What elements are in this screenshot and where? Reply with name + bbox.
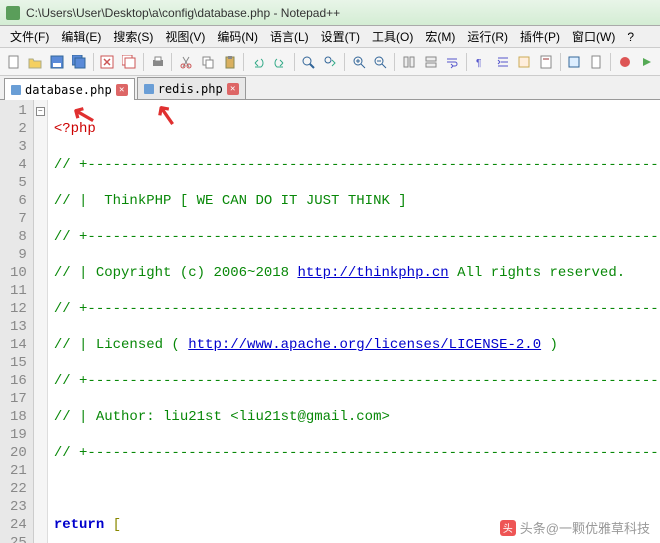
menu-settings[interactable]: 设置(T) — [315, 26, 366, 47]
func-list-icon[interactable] — [565, 52, 585, 72]
paste-icon[interactable] — [220, 52, 240, 72]
watermark: 头 头条@一颗优雅草科技 — [500, 518, 650, 537]
editor[interactable]: 1234567891011121314151617181920212223242… — [0, 100, 660, 543]
replace-icon[interactable] — [320, 52, 340, 72]
sync-h-icon[interactable] — [421, 52, 441, 72]
play-icon[interactable] — [637, 52, 657, 72]
close-tab-icon[interactable]: ✕ — [227, 83, 239, 95]
fold-icon[interactable] — [514, 52, 534, 72]
menu-edit[interactable]: 编辑(E) — [55, 26, 107, 47]
undo-icon[interactable] — [248, 52, 268, 72]
close-tab-icon[interactable]: ✕ — [116, 84, 128, 96]
open-file-icon[interactable] — [26, 52, 46, 72]
close-icon[interactable] — [98, 52, 118, 72]
file-icon — [11, 85, 21, 95]
tab-label: redis.php — [158, 82, 223, 96]
tab-label: database.php — [25, 83, 112, 97]
menu-file[interactable]: 文件(F) — [4, 26, 55, 47]
record-icon[interactable] — [615, 52, 635, 72]
svg-text:¶: ¶ — [476, 58, 481, 69]
save-all-icon[interactable] — [69, 52, 89, 72]
fold-column[interactable]: − — [34, 100, 48, 543]
wrap-icon[interactable] — [442, 52, 462, 72]
menu-search[interactable]: 搜索(S) — [107, 26, 159, 47]
separator — [93, 53, 94, 71]
menu-help[interactable]: ? — [621, 28, 640, 46]
find-icon[interactable] — [299, 52, 319, 72]
tabbar: database.php ✕ redis.php ✕ — [0, 76, 660, 100]
watermark-text: 头条@一颗优雅草科技 — [520, 518, 650, 537]
code-area[interactable]: <?php // +------------------------------… — [48, 100, 660, 543]
copy-icon[interactable] — [198, 52, 218, 72]
watermark-icon: 头 — [500, 520, 516, 536]
separator — [294, 53, 295, 71]
separator — [344, 53, 345, 71]
redo-icon[interactable] — [270, 52, 290, 72]
separator — [560, 53, 561, 71]
show-all-icon[interactable]: ¶ — [471, 52, 491, 72]
tab-database[interactable]: database.php ✕ — [4, 78, 135, 100]
doc-map-icon[interactable] — [536, 52, 556, 72]
toolbar: ¶ — [0, 48, 660, 76]
menu-view[interactable]: 视图(V) — [159, 26, 211, 47]
menu-encoding[interactable]: 编码(N) — [211, 26, 264, 47]
separator — [466, 53, 467, 71]
titlebar: C:\Users\User\Desktop\a\config\database.… — [0, 0, 660, 26]
separator — [610, 53, 611, 71]
separator — [394, 53, 395, 71]
line-numbers: 1234567891011121314151617181920212223242… — [0, 100, 34, 543]
close-all-icon[interactable] — [119, 52, 139, 72]
menu-plugins[interactable]: 插件(P) — [514, 26, 566, 47]
menu-macro[interactable]: 宏(M) — [419, 26, 461, 47]
separator — [243, 53, 244, 71]
separator — [143, 53, 144, 71]
menu-language[interactable]: 语言(L) — [264, 26, 315, 47]
separator — [171, 53, 172, 71]
save-icon[interactable] — [47, 52, 67, 72]
doc-icon[interactable] — [586, 52, 606, 72]
menubar: 文件(F) 编辑(E) 搜索(S) 视图(V) 编码(N) 语言(L) 设置(T… — [0, 26, 660, 48]
file-icon — [144, 84, 154, 94]
tab-redis[interactable]: redis.php ✕ — [137, 77, 246, 99]
zoom-in-icon[interactable] — [349, 52, 369, 72]
menu-window[interactable]: 窗口(W) — [566, 26, 621, 47]
new-file-icon[interactable] — [4, 52, 24, 72]
app-icon — [6, 6, 20, 20]
sync-v-icon[interactable] — [399, 52, 419, 72]
window-title: C:\Users\User\Desktop\a\config\database.… — [26, 6, 340, 20]
menu-tools[interactable]: 工具(O) — [366, 26, 419, 47]
indent-icon[interactable] — [493, 52, 513, 72]
cut-icon[interactable] — [176, 52, 196, 72]
zoom-out-icon[interactable] — [371, 52, 391, 72]
menu-run[interactable]: 运行(R) — [461, 26, 514, 47]
print-icon[interactable] — [148, 52, 168, 72]
